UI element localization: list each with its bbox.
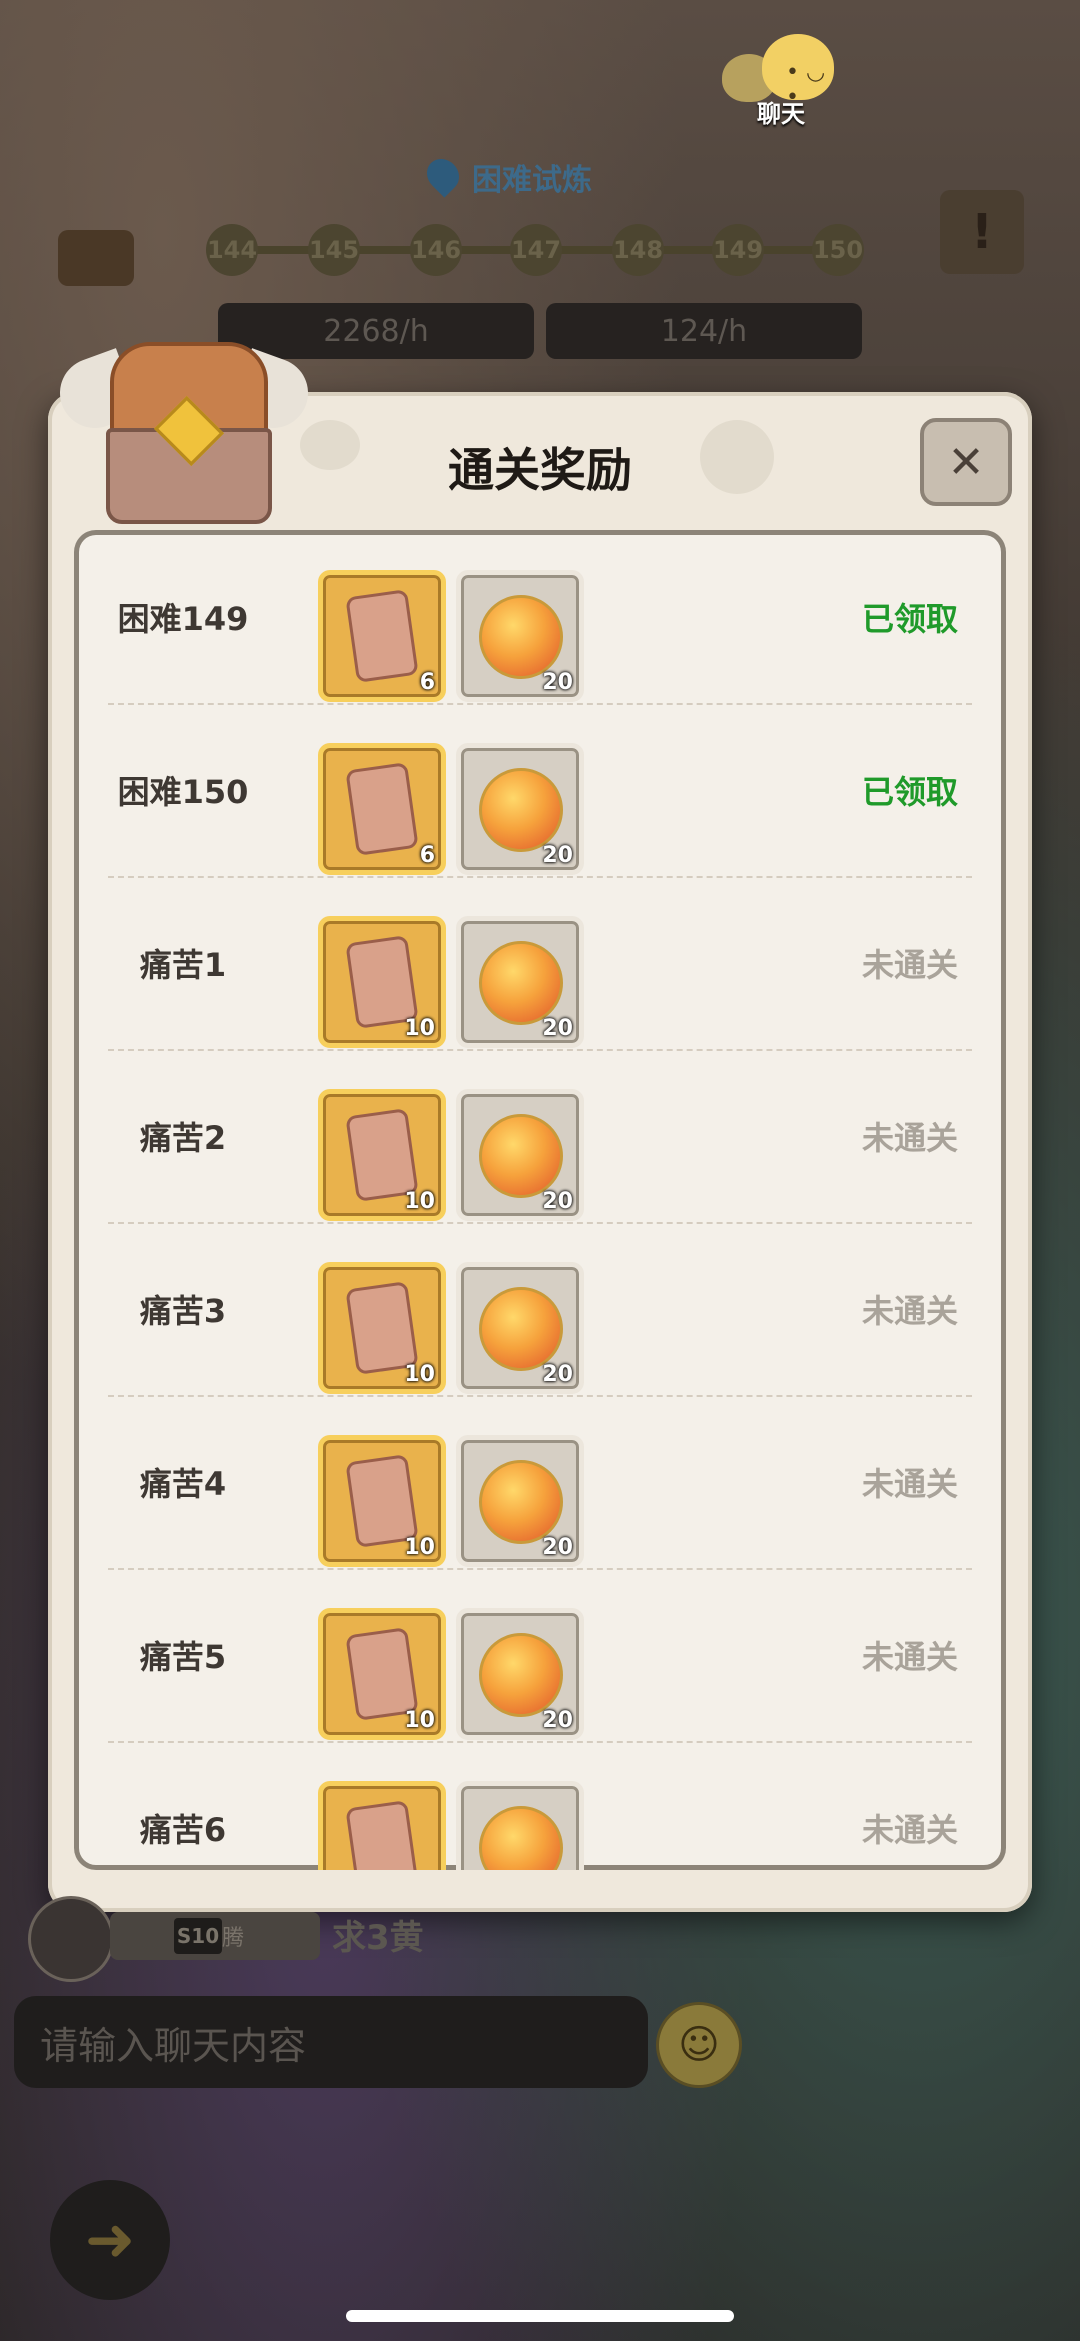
row-status: 未通关 (861, 1464, 958, 1503)
item-qty: 10 (404, 1362, 435, 1387)
row-status: 已领取 (861, 772, 958, 811)
stage-node[interactable]: 149 (712, 224, 764, 276)
item-qty: 20 (542, 1189, 573, 1214)
scroll-item[interactable]: 10 (318, 1608, 446, 1740)
coin-rate-value: 2268/h (323, 313, 429, 349)
orb-icon (479, 1287, 563, 1371)
reward-row: 痛苦3 10 20 未通关 (108, 1222, 972, 1397)
reward-row: 痛苦4 10 20 未通关 (108, 1395, 972, 1570)
chat-shortcut[interactable]: • ◡ • 聊天 (722, 30, 834, 130)
row-label: 困难150 (117, 772, 249, 811)
scroll-item[interactable]: 6 (318, 743, 446, 875)
orb-icon (479, 1806, 563, 1870)
scroll-icon (345, 589, 419, 683)
scroll-item[interactable]: 6 (318, 570, 446, 702)
orb-icon (479, 1460, 563, 1544)
orb-item[interactable]: 20 (456, 916, 584, 1048)
stage-node[interactable]: 147 (510, 224, 562, 276)
item-qty: 10 (404, 1189, 435, 1214)
row-status: 已领取 (861, 599, 958, 638)
stage-node[interactable]: 146 (410, 224, 462, 276)
scroll-item[interactable] (318, 1781, 446, 1870)
avatar[interactable] (28, 1896, 114, 1982)
scroll-icon (345, 935, 419, 1029)
reward-row: 痛苦2 10 20 未通关 (108, 1049, 972, 1224)
scroll-icon (345, 1800, 419, 1870)
orb-icon (479, 941, 563, 1025)
scroll-item[interactable]: 10 (318, 916, 446, 1048)
row-status: 未通关 (861, 1291, 958, 1330)
row-label: 痛苦2 (139, 1118, 227, 1157)
reward-row: 痛苦6 未通关 (108, 1741, 972, 1870)
row-status: 未通关 (861, 945, 958, 984)
row-status: 未通关 (861, 1118, 958, 1157)
scroll-icon (345, 1108, 419, 1202)
scroll-item[interactable]: 10 (318, 1435, 446, 1567)
stage-title: 困难试炼 (472, 163, 592, 198)
rewards-list[interactable]: 困难149 6 20 已领取 困难150 6 20 已领取 痛苦1 10 20 … (74, 530, 1006, 1870)
stage-node[interactable]: 148 (612, 224, 664, 276)
scroll-item[interactable]: 10 (318, 1262, 446, 1394)
chat-shortcut-label: 聊天 (757, 100, 805, 128)
orb-item[interactable]: 20 (456, 570, 584, 702)
emoji-button[interactable]: ☺ (656, 2002, 742, 2088)
chat-input[interactable]: 请输入聊天内容 (14, 1996, 648, 2088)
chat-text: 求3黄 (332, 1918, 424, 1958)
item-qty: 10 (404, 1708, 435, 1733)
orb-item[interactable]: 20 (456, 1089, 584, 1221)
orb-icon (479, 1633, 563, 1717)
item-qty: 6 (419, 843, 435, 868)
item-qty: 20 (542, 670, 573, 695)
row-label: 痛苦6 (139, 1810, 227, 1849)
stage-node[interactable]: 145 (308, 224, 360, 276)
chat-message: 魔腾 S10 求3黄 (28, 1896, 448, 1982)
home-indicator (346, 2310, 734, 2322)
close-button[interactable]: ✕ (920, 418, 1012, 506)
exp-rate: 124/h (546, 303, 862, 359)
row-label: 痛苦5 (139, 1637, 227, 1676)
row-label: 痛苦4 (139, 1464, 227, 1503)
stage-node[interactable]: 144 (206, 224, 258, 276)
item-qty: 20 (542, 1016, 573, 1041)
reward-row: 困难150 6 20 已领取 (108, 703, 972, 878)
treasure-chest-icon (50, 338, 318, 528)
reward-row: 困难149 6 20 已领取 (108, 530, 972, 705)
orb-item[interactable]: 20 (456, 1262, 584, 1394)
orb-item[interactable]: 20 (456, 743, 584, 875)
back-button[interactable]: ➜ (50, 2180, 170, 2300)
row-label: 痛苦3 (139, 1291, 227, 1330)
item-qty: 20 (542, 843, 573, 868)
item-qty: 10 (404, 1535, 435, 1560)
row-status: 未通关 (861, 1637, 958, 1676)
reward-row: 痛苦1 10 20 未通关 (108, 876, 972, 1051)
row-label: 痛苦1 (139, 945, 227, 984)
scroll-icon (345, 1627, 419, 1721)
orb-item[interactable] (456, 1781, 584, 1870)
item-qty: 10 (404, 1016, 435, 1041)
reward-row: 痛苦5 10 20 未通关 (108, 1568, 972, 1743)
scroll-icon (345, 1281, 419, 1375)
orb-icon (479, 595, 563, 679)
item-qty: 20 (542, 1362, 573, 1387)
vip-badge: S10 (174, 1918, 222, 1954)
item-qty: 20 (542, 1708, 573, 1733)
scroll-item[interactable]: 10 (318, 1089, 446, 1221)
orb-item[interactable]: 20 (456, 1608, 584, 1740)
task-scroll-icon[interactable]: ! (940, 190, 1024, 274)
orb-icon (479, 1114, 563, 1198)
row-status: 未通关 (861, 1810, 958, 1849)
row-label: 困难149 (117, 599, 249, 638)
scroll-icon (345, 762, 419, 856)
orb-item[interactable]: 20 (456, 1435, 584, 1567)
scroll-icon (345, 1454, 419, 1548)
item-qty: 6 (419, 670, 435, 695)
stage-node[interactable]: 150 (812, 224, 864, 276)
exp-rate-value: 124/h (660, 313, 748, 349)
item-qty: 20 (542, 1535, 573, 1560)
orb-icon (479, 768, 563, 852)
stage-chest-icon[interactable] (46, 210, 146, 290)
